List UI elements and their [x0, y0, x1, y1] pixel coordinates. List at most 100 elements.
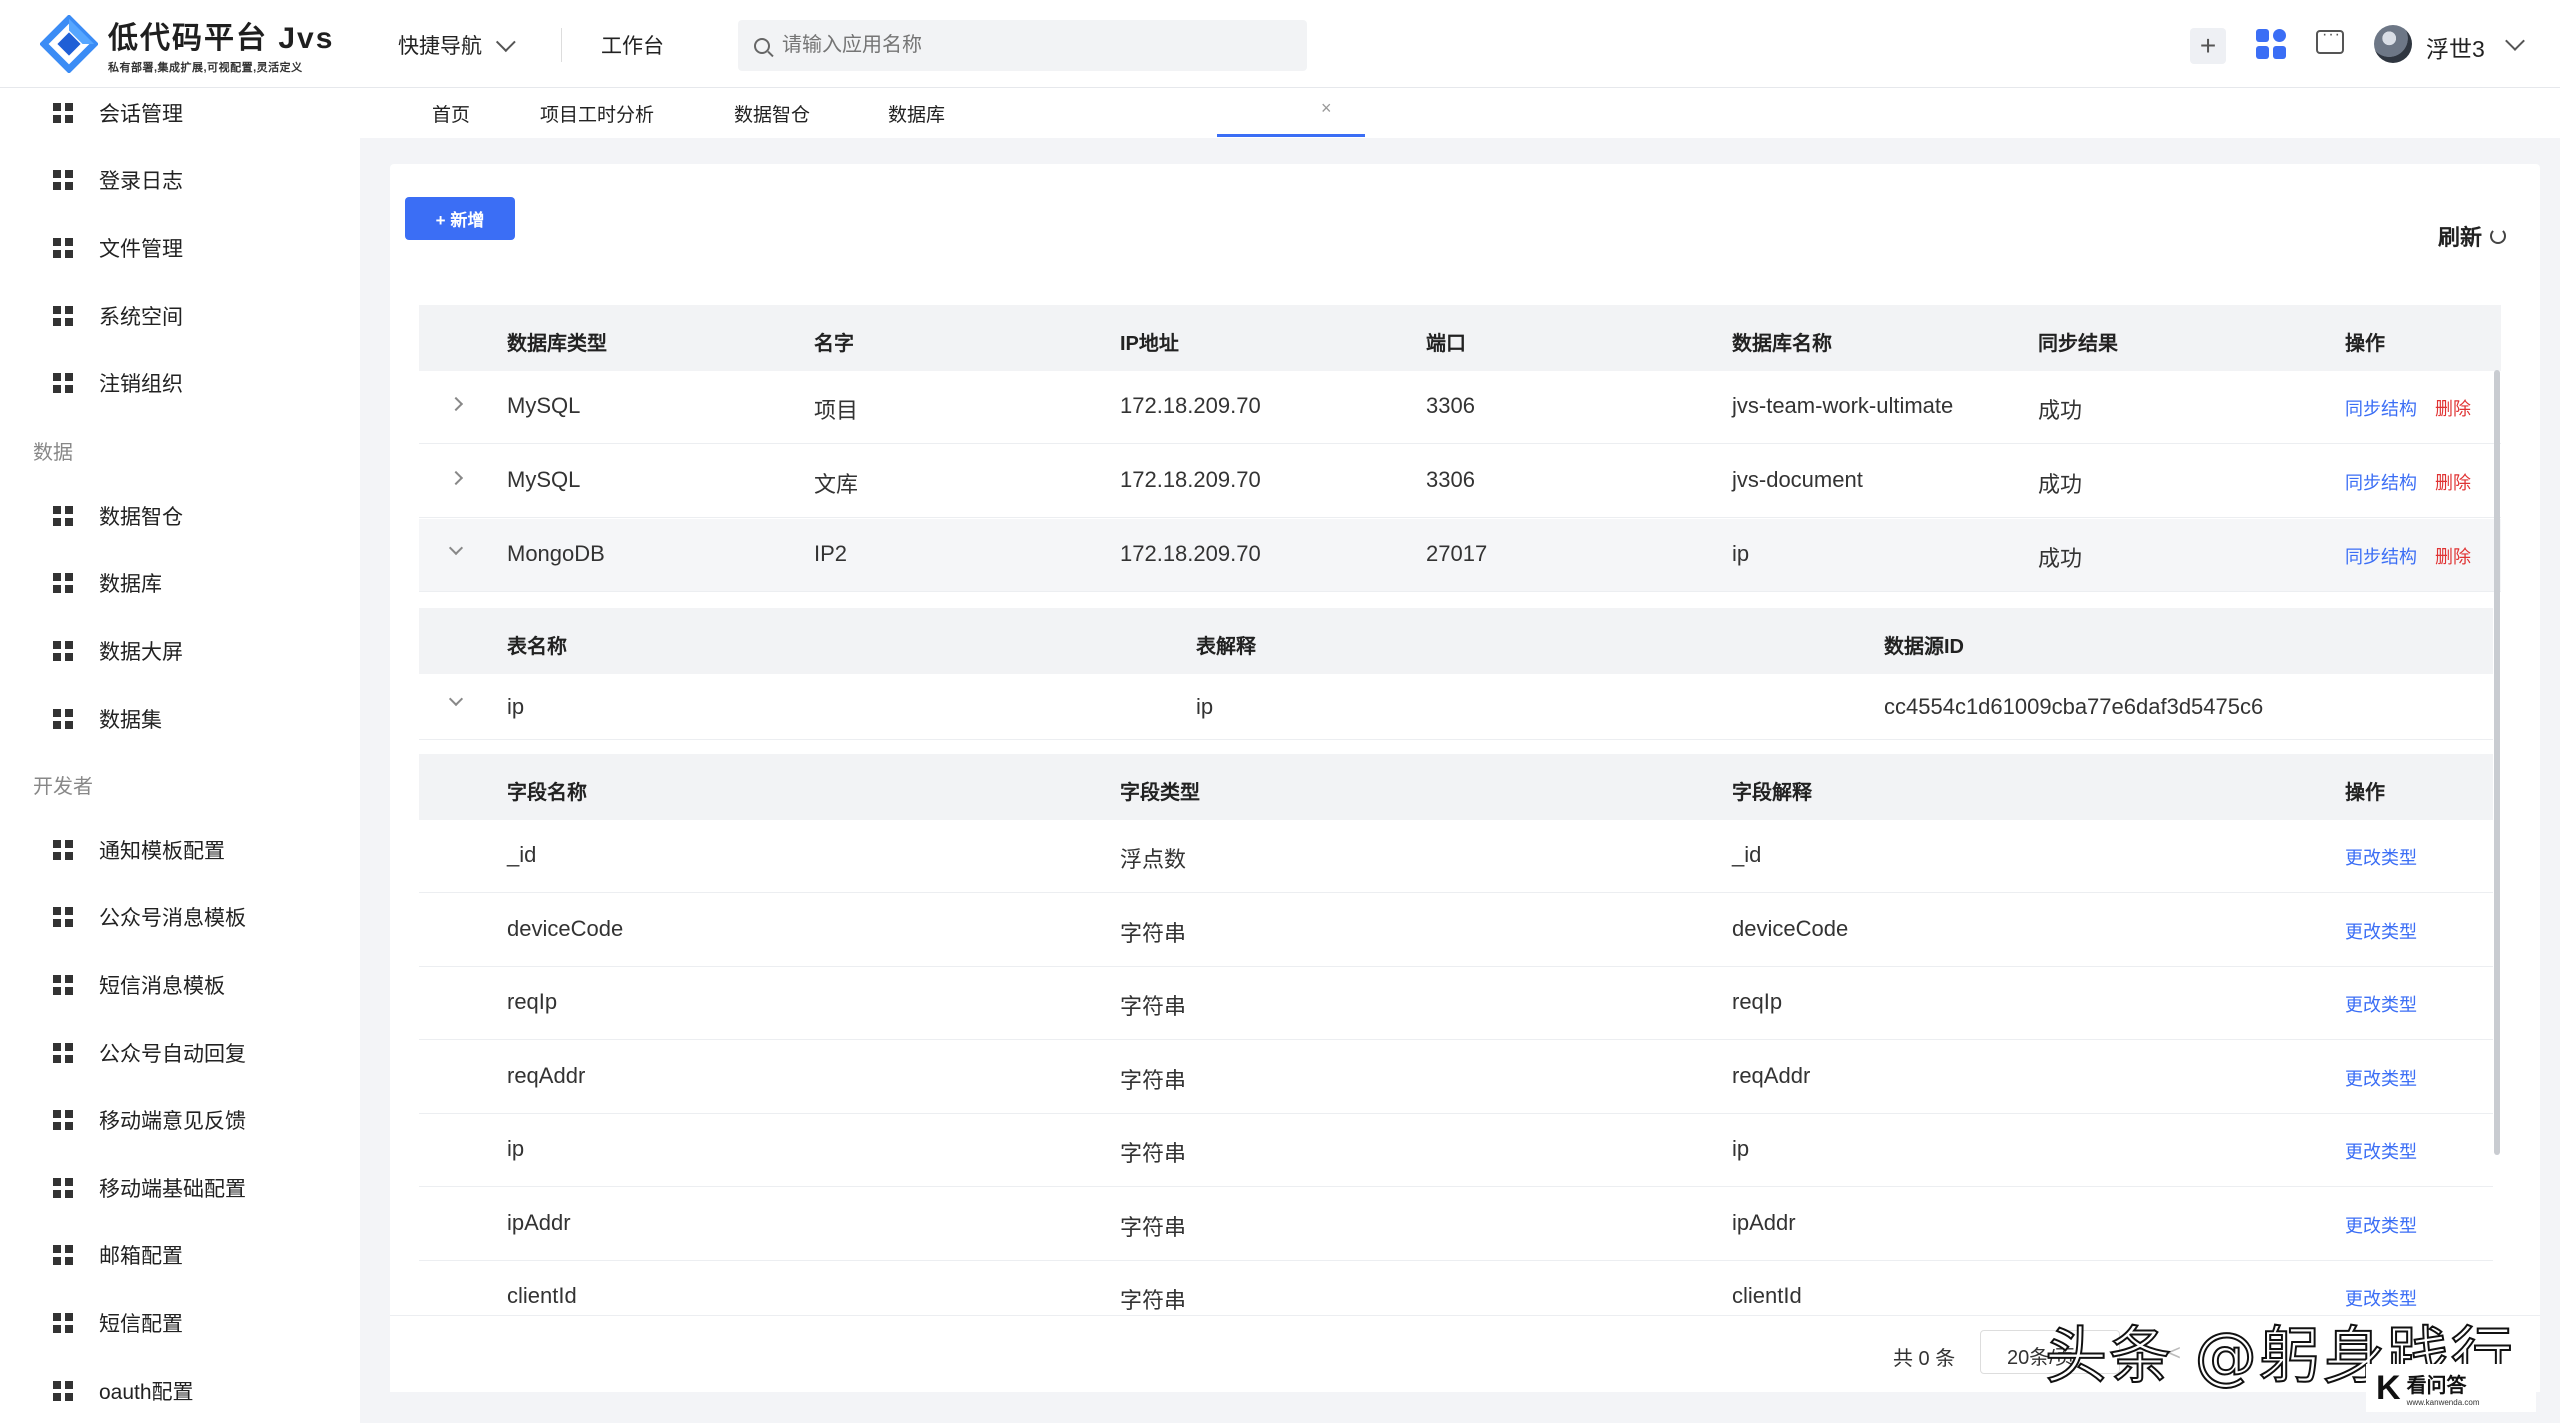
sidebar-item-cancel-org[interactable]: 注销组织	[0, 358, 360, 408]
change-type-link[interactable]: 更改类型	[2345, 1212, 2417, 1238]
sidebar-item-oauth-config[interactable]: oauth配置	[0, 1366, 360, 1416]
sidebar-item-label: 数据智仓	[99, 506, 183, 529]
cell-field-desc: _id	[1732, 842, 1762, 867]
app-search[interactable]	[738, 20, 1307, 71]
quick-nav-dropdown[interactable]: 快捷导航	[398, 30, 516, 60]
cell-ip: 172.18.209.70	[1120, 467, 1261, 492]
expand-icon[interactable]	[448, 396, 464, 412]
sidebar-item-login-log[interactable]: 登录日志	[0, 155, 360, 205]
avatar[interactable]	[2374, 25, 2412, 63]
cell-field-type: 字符串	[1120, 1068, 1187, 1093]
col-source-id: 数据源ID	[1884, 636, 1964, 658]
field-row: reqIp 字符串 reqIp 更改类型	[419, 967, 2493, 1040]
tab-home[interactable]: 首页	[432, 100, 470, 127]
sidebar-item-data-warehouse[interactable]: 数据智仓	[0, 491, 360, 541]
apps-grid-icon[interactable]	[2256, 29, 2288, 61]
sidebar-item-files[interactable]: 文件管理	[0, 223, 360, 273]
change-type-link[interactable]: 更改类型	[2345, 844, 2417, 870]
sidebar-item-data-screen[interactable]: 数据大屏	[0, 626, 360, 676]
watermark-logo-url: www.kanwenda.com	[2406, 1398, 2480, 1407]
grid-icon	[53, 709, 73, 729]
table-row: MySQL 项目 172.18.209.70 3306 jvs-team-wor…	[419, 371, 2501, 444]
grid-icon	[53, 1043, 73, 1063]
watermark-logo-k: K	[2376, 1368, 2401, 1407]
change-type-link[interactable]: 更改类型	[2345, 1138, 2417, 1164]
sidebar-item-database[interactable]: 数据库	[0, 558, 360, 608]
tab-database[interactable]: 数据库	[888, 100, 945, 127]
delete-link[interactable]: 删除	[2435, 543, 2471, 569]
sidebar-item-mobile-config[interactable]: 移动端基础配置	[0, 1163, 360, 1213]
sidebar-item-label: oauth配置	[99, 1381, 194, 1404]
cell-source-id: cc4554c1d61009cba77e6daf3d5475c6	[1884, 694, 2264, 719]
cell-type: MongoDB	[507, 541, 605, 566]
change-type-link[interactable]: 更改类型	[2345, 918, 2417, 944]
logo-title: 低代码平台 Jvs	[108, 22, 335, 55]
sync-structure-link[interactable]: 同步结构	[2345, 543, 2417, 569]
watermark-logo-title: 看问答	[2406, 1375, 2467, 1397]
cell-field-type: 字符串	[1120, 994, 1187, 1019]
cell-field-type: 字符串	[1120, 1288, 1187, 1313]
table-scrollbar[interactable]	[2494, 370, 2500, 1155]
sidebar-item-mp-auto-reply[interactable]: 公众号自动回复	[0, 1028, 360, 1078]
sidebar-item-sms-config[interactable]: 短信配置	[0, 1298, 360, 1348]
sidebar: 会话管理 登录日志 文件管理 系统空间 注销组织 数据 数据智仓 数据库 数据大…	[0, 88, 360, 1423]
sync-structure-link[interactable]: 同步结构	[2345, 469, 2417, 495]
search-input[interactable]	[782, 34, 1282, 57]
sidebar-item-dataset[interactable]: 数据集	[0, 694, 360, 744]
refresh-button[interactable]: 刷新	[2438, 220, 2507, 252]
sidebar-item-label: 短信配置	[99, 1313, 183, 1336]
col-name: 名字	[814, 333, 854, 355]
delete-link[interactable]: 删除	[2435, 469, 2471, 495]
sidebar-item-session[interactable]: 会话管理	[0, 88, 360, 138]
collapse-icon[interactable]	[448, 691, 464, 707]
cell-field-name: ip	[507, 1136, 525, 1161]
sidebar-item-label: 短信消息模板	[99, 975, 225, 998]
collapse-icon[interactable]	[448, 540, 464, 556]
cell-field-name: ipAddr	[507, 1210, 571, 1235]
sidebar-item-notify-template[interactable]: 通知模板配置	[0, 825, 360, 875]
logo[interactable]: 低代码平台 Jvs 私有部署,集成扩展,可视配置,灵活定义	[40, 14, 334, 74]
tab-data-warehouse[interactable]: 数据智仓	[734, 100, 810, 127]
sidebar-item-label: 数据大屏	[99, 641, 183, 664]
sidebar-item-mobile-feedback[interactable]: 移动端意见反馈	[0, 1095, 360, 1145]
grid-icon	[53, 1178, 73, 1198]
close-icon[interactable]: ×	[1321, 98, 1332, 119]
search-icon	[754, 37, 770, 54]
cell-port: 27017	[1426, 541, 1488, 566]
sidebar-item-system-space[interactable]: 系统空间	[0, 291, 360, 341]
sidebar-item-label: 公众号自动回复	[99, 1043, 246, 1066]
col-table-desc: 表解释	[1196, 636, 1256, 658]
delete-link[interactable]: 删除	[2435, 395, 2471, 421]
add-database-button[interactable]: + 新增	[405, 197, 515, 240]
grid-icon	[53, 1381, 73, 1401]
logo-mark-icon	[40, 15, 98, 73]
sidebar-item-label: 数据集	[99, 709, 162, 732]
tab-project-hours[interactable]: 项目工时分析	[540, 100, 654, 127]
sidebar-item-sms-template[interactable]: 短信消息模板	[0, 960, 360, 1010]
sync-structure-link[interactable]: 同步结构	[2345, 395, 2417, 421]
sidebar-item-label: 文件管理	[99, 238, 183, 261]
change-type-link[interactable]: 更改类型	[2345, 1065, 2417, 1091]
chevron-down-icon	[495, 32, 516, 53]
grid-icon	[53, 573, 73, 593]
workbench-link[interactable]: 工作台	[601, 30, 664, 60]
sidebar-group-developer: 开发者	[33, 776, 93, 798]
username[interactable]: 浮世3	[2426, 30, 2485, 64]
grid-icon	[53, 840, 73, 860]
cell-result: 成功	[2038, 398, 2083, 423]
sidebar-item-mp-template[interactable]: 公众号消息模板	[0, 892, 360, 942]
expand-icon[interactable]	[448, 470, 464, 486]
cell-field-name: deviceCode	[507, 916, 624, 941]
field-row: reqAddr 字符串 reqAddr 更改类型	[419, 1041, 2493, 1114]
add-button[interactable]: +	[2190, 28, 2226, 64]
chevron-down-icon[interactable]	[2505, 31, 2525, 51]
sidebar-item-mail-config[interactable]: 邮箱配置	[0, 1230, 360, 1280]
col-table-name: 表名称	[507, 636, 567, 658]
change-type-link[interactable]: 更改类型	[2345, 991, 2417, 1017]
grid-icon	[53, 641, 73, 661]
field-row: ip 字符串 ip 更改类型	[419, 1114, 2493, 1187]
message-icon[interactable]	[2316, 26, 2344, 54]
grid-icon	[53, 1313, 73, 1333]
subtable-row: ip ip cc4554c1d61009cba77e6daf3d5475c6	[419, 674, 2493, 740]
col-actions: 操作	[2345, 333, 2385, 355]
